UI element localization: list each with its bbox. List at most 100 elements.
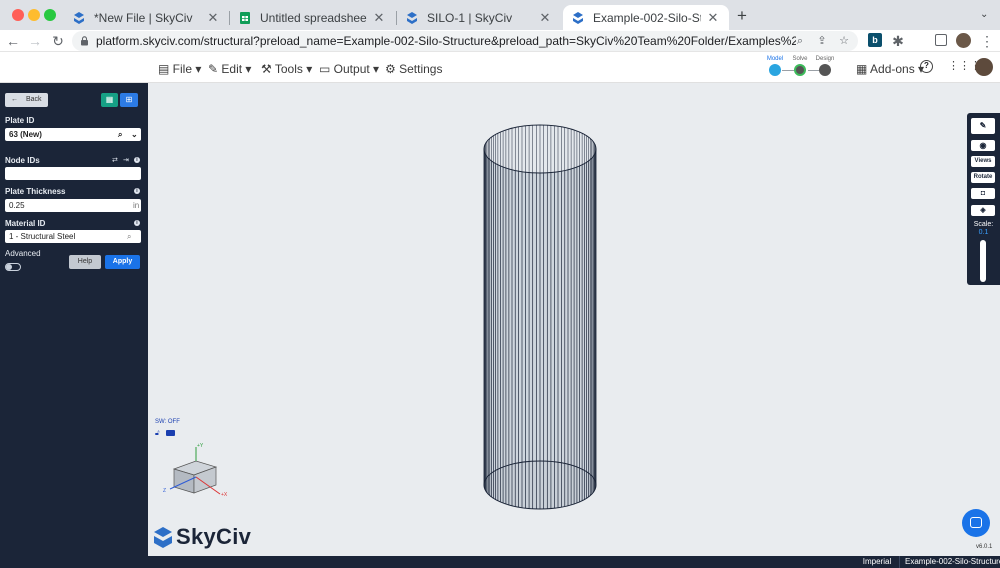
axis-z-label: Z <box>163 488 167 494</box>
lock-icon[interactable] <box>80 36 89 46</box>
tab-title: Example-002-Silo-Structure | S <box>593 10 701 25</box>
plate-id-value: 63 (New) <box>9 130 42 139</box>
browser-toolbar: ← → ↻ platform.skyciv.com/structural?pre… <box>0 30 1000 52</box>
maximize-window-button[interactable] <box>44 9 56 21</box>
help-button[interactable]: Help <box>69 255 101 269</box>
settings-menu[interactable]: ⚙ Settings <box>385 62 442 76</box>
axis-y-label: +Y <box>197 443 204 449</box>
profile-avatar[interactable] <box>956 33 971 48</box>
cube-render-icon[interactable]: ◈ <box>971 205 995 216</box>
extension-icon[interactable]: b <box>868 33 882 47</box>
close-tab-icon[interactable]: ✕ <box>371 10 387 26</box>
workflow-design-step[interactable]: Design <box>812 56 838 76</box>
close-window-button[interactable] <box>12 9 24 21</box>
viewport-tool-strip: ✎ ◉ Views Rotate ◘ ◈ Scale: 0.1 <box>967 113 1000 285</box>
browser-menu-icon[interactable]: ⋮ <box>979 33 995 49</box>
table-view-icon[interactable]: ⊞ <box>120 93 138 107</box>
puzzle-extensions-icon[interactable]: ✱ <box>890 33 906 49</box>
design-step-label: Design <box>815 56 835 62</box>
video-camera-icon[interactable] <box>166 430 175 436</box>
back-button[interactable]: ← Back <box>5 93 48 107</box>
node-ids-input[interactable] <box>5 167 141 180</box>
apply-button[interactable]: Apply <box>105 255 140 269</box>
material-id-label: Material ID <box>5 219 46 228</box>
material-id-input[interactable]: 1 - Structural Steel ⌕ <box>5 230 141 243</box>
back-arrow-icon[interactable]: ← <box>5 33 21 49</box>
tools-menu[interactable]: ⚒ Tools ▾ <box>261 62 312 76</box>
workflow-model-step[interactable]: Model <box>762 56 788 76</box>
new-tab-button[interactable]: + <box>737 7 747 24</box>
file-menu[interactable]: ▤ File ▾ <box>158 62 201 76</box>
search-icon[interactable]: ⌕ <box>118 128 122 141</box>
select-nodes-icon[interactable]: ⇥ <box>123 156 129 164</box>
browser-tab-active[interactable]: Example-002-Silo-Structure | S ✕ <box>563 5 729 30</box>
version-label: v6.0.1 <box>976 544 993 550</box>
edit-menu-label: Edit <box>221 62 243 76</box>
skyciv-logo-icon <box>573 11 583 24</box>
edit-menu[interactable]: ✎ Edit ▾ <box>208 62 251 76</box>
google-sheets-icon <box>240 11 250 24</box>
search-icon[interactable]: ⌕ <box>127 230 131 243</box>
browser-tab-strip: *New File | SkyCiv ✕ Untitled spreadshee… <box>0 0 1000 30</box>
chat-support-button[interactable] <box>962 509 990 537</box>
unit-system[interactable]: Imperial <box>855 557 899 566</box>
views-button[interactable]: Views <box>971 156 995 167</box>
addons-menu-label: Add-ons <box>870 62 915 76</box>
browser-tab[interactable]: *New File | SkyCiv ✕ <box>64 5 229 30</box>
model-step-label: Model <box>766 56 784 62</box>
settings-menu-label: Settings <box>399 62 443 76</box>
pencil-icon[interactable]: ✎ <box>971 118 995 134</box>
plate-thickness-input[interactable]: 0.25 in <box>5 199 141 212</box>
model-viewport[interactable]: SW: OFF 🔓︎ +Y +X Z SkyCiv <box>148 83 1000 556</box>
chevron-down-icon[interactable]: ⌄ <box>131 128 138 141</box>
skyciv-logo-icon <box>74 11 84 24</box>
sidebar-toggle-icon[interactable] <box>935 34 947 46</box>
addons-menu[interactable]: ▦ Add-ons ▾ <box>856 62 924 76</box>
browser-tab[interactable]: SILO-1 | SkyCiv ✕ <box>397 5 561 30</box>
back-arrow-icon: ← <box>11 96 18 103</box>
search-icon[interactable]: ⌕ <box>792 33 808 49</box>
info-icon[interactable]: i <box>134 220 140 226</box>
browser-tab[interactable]: Untitled spreadsheet - Google ✕ <box>230 5 395 30</box>
plate-id-label: Plate ID <box>5 116 35 125</box>
scale-label: Scale: <box>973 221 994 228</box>
tab-search-chevron-icon[interactable]: ⌄ <box>980 9 988 20</box>
eye-icon[interactable]: ◉ <box>971 140 995 151</box>
scale-slider[interactable] <box>980 240 986 282</box>
chat-bubble-icon <box>970 517 982 528</box>
axis-x-label: +X <box>221 492 228 498</box>
address-bar[interactable]: platform.skyciv.com/structural?preload_n… <box>72 31 858 51</box>
app-header: ▤ File ▾ ✎ Edit ▾ ⚒ Tools ▾ ▭ Output ▾ ⚙… <box>0 53 1000 83</box>
bookmark-star-icon[interactable]: ☆ <box>836 33 852 49</box>
forward-arrow-icon[interactable]: → <box>27 33 43 49</box>
user-avatar[interactable] <box>975 58 993 76</box>
info-icon[interactable]: i <box>134 188 140 194</box>
design-step-icon <box>819 64 831 76</box>
file-menu-label: File <box>172 62 193 76</box>
output-menu[interactable]: ▭ Output ▾ <box>319 62 379 76</box>
plate-thickness-unit: in <box>133 201 140 210</box>
camera-icon[interactable]: ◘ <box>971 188 995 199</box>
url-text: platform.skyciv.com/structural?preload_n… <box>96 34 796 48</box>
axis-orientation-cube[interactable] <box>160 441 235 511</box>
unlock-icon[interactable]: 🔓︎ <box>155 430 160 438</box>
share-icon[interactable]: ⇪ <box>814 33 830 49</box>
plate-id-select[interactable]: 63 (New) ⌕ ⌄ <box>5 128 141 141</box>
close-tab-icon[interactable]: ✕ <box>705 10 721 26</box>
status-bar: Imperial Example-002-Silo-Structure <box>0 556 1000 568</box>
reload-icon[interactable]: ↻ <box>50 33 66 49</box>
back-button-label: Back <box>25 96 42 103</box>
rotate-button[interactable]: Rotate <box>971 172 995 183</box>
self-weight-status: SW: OFF <box>155 419 180 425</box>
minimize-window-button[interactable] <box>28 9 40 21</box>
close-tab-icon[interactable]: ✕ <box>205 10 221 26</box>
advanced-toggle[interactable] <box>5 263 21 271</box>
output-menu-label: Output <box>333 62 370 76</box>
workflow-solve-step[interactable]: Solve <box>787 56 813 76</box>
close-tab-icon[interactable]: ✕ <box>537 10 553 26</box>
info-icon[interactable]: i <box>134 157 140 163</box>
swap-nodes-icon[interactable]: ⇄ <box>112 156 118 164</box>
tab-title: *New File | SkyCiv <box>94 10 193 25</box>
grid-view-icon[interactable]: ▦ <box>101 93 118 107</box>
help-question-icon[interactable]: ? <box>920 60 933 73</box>
